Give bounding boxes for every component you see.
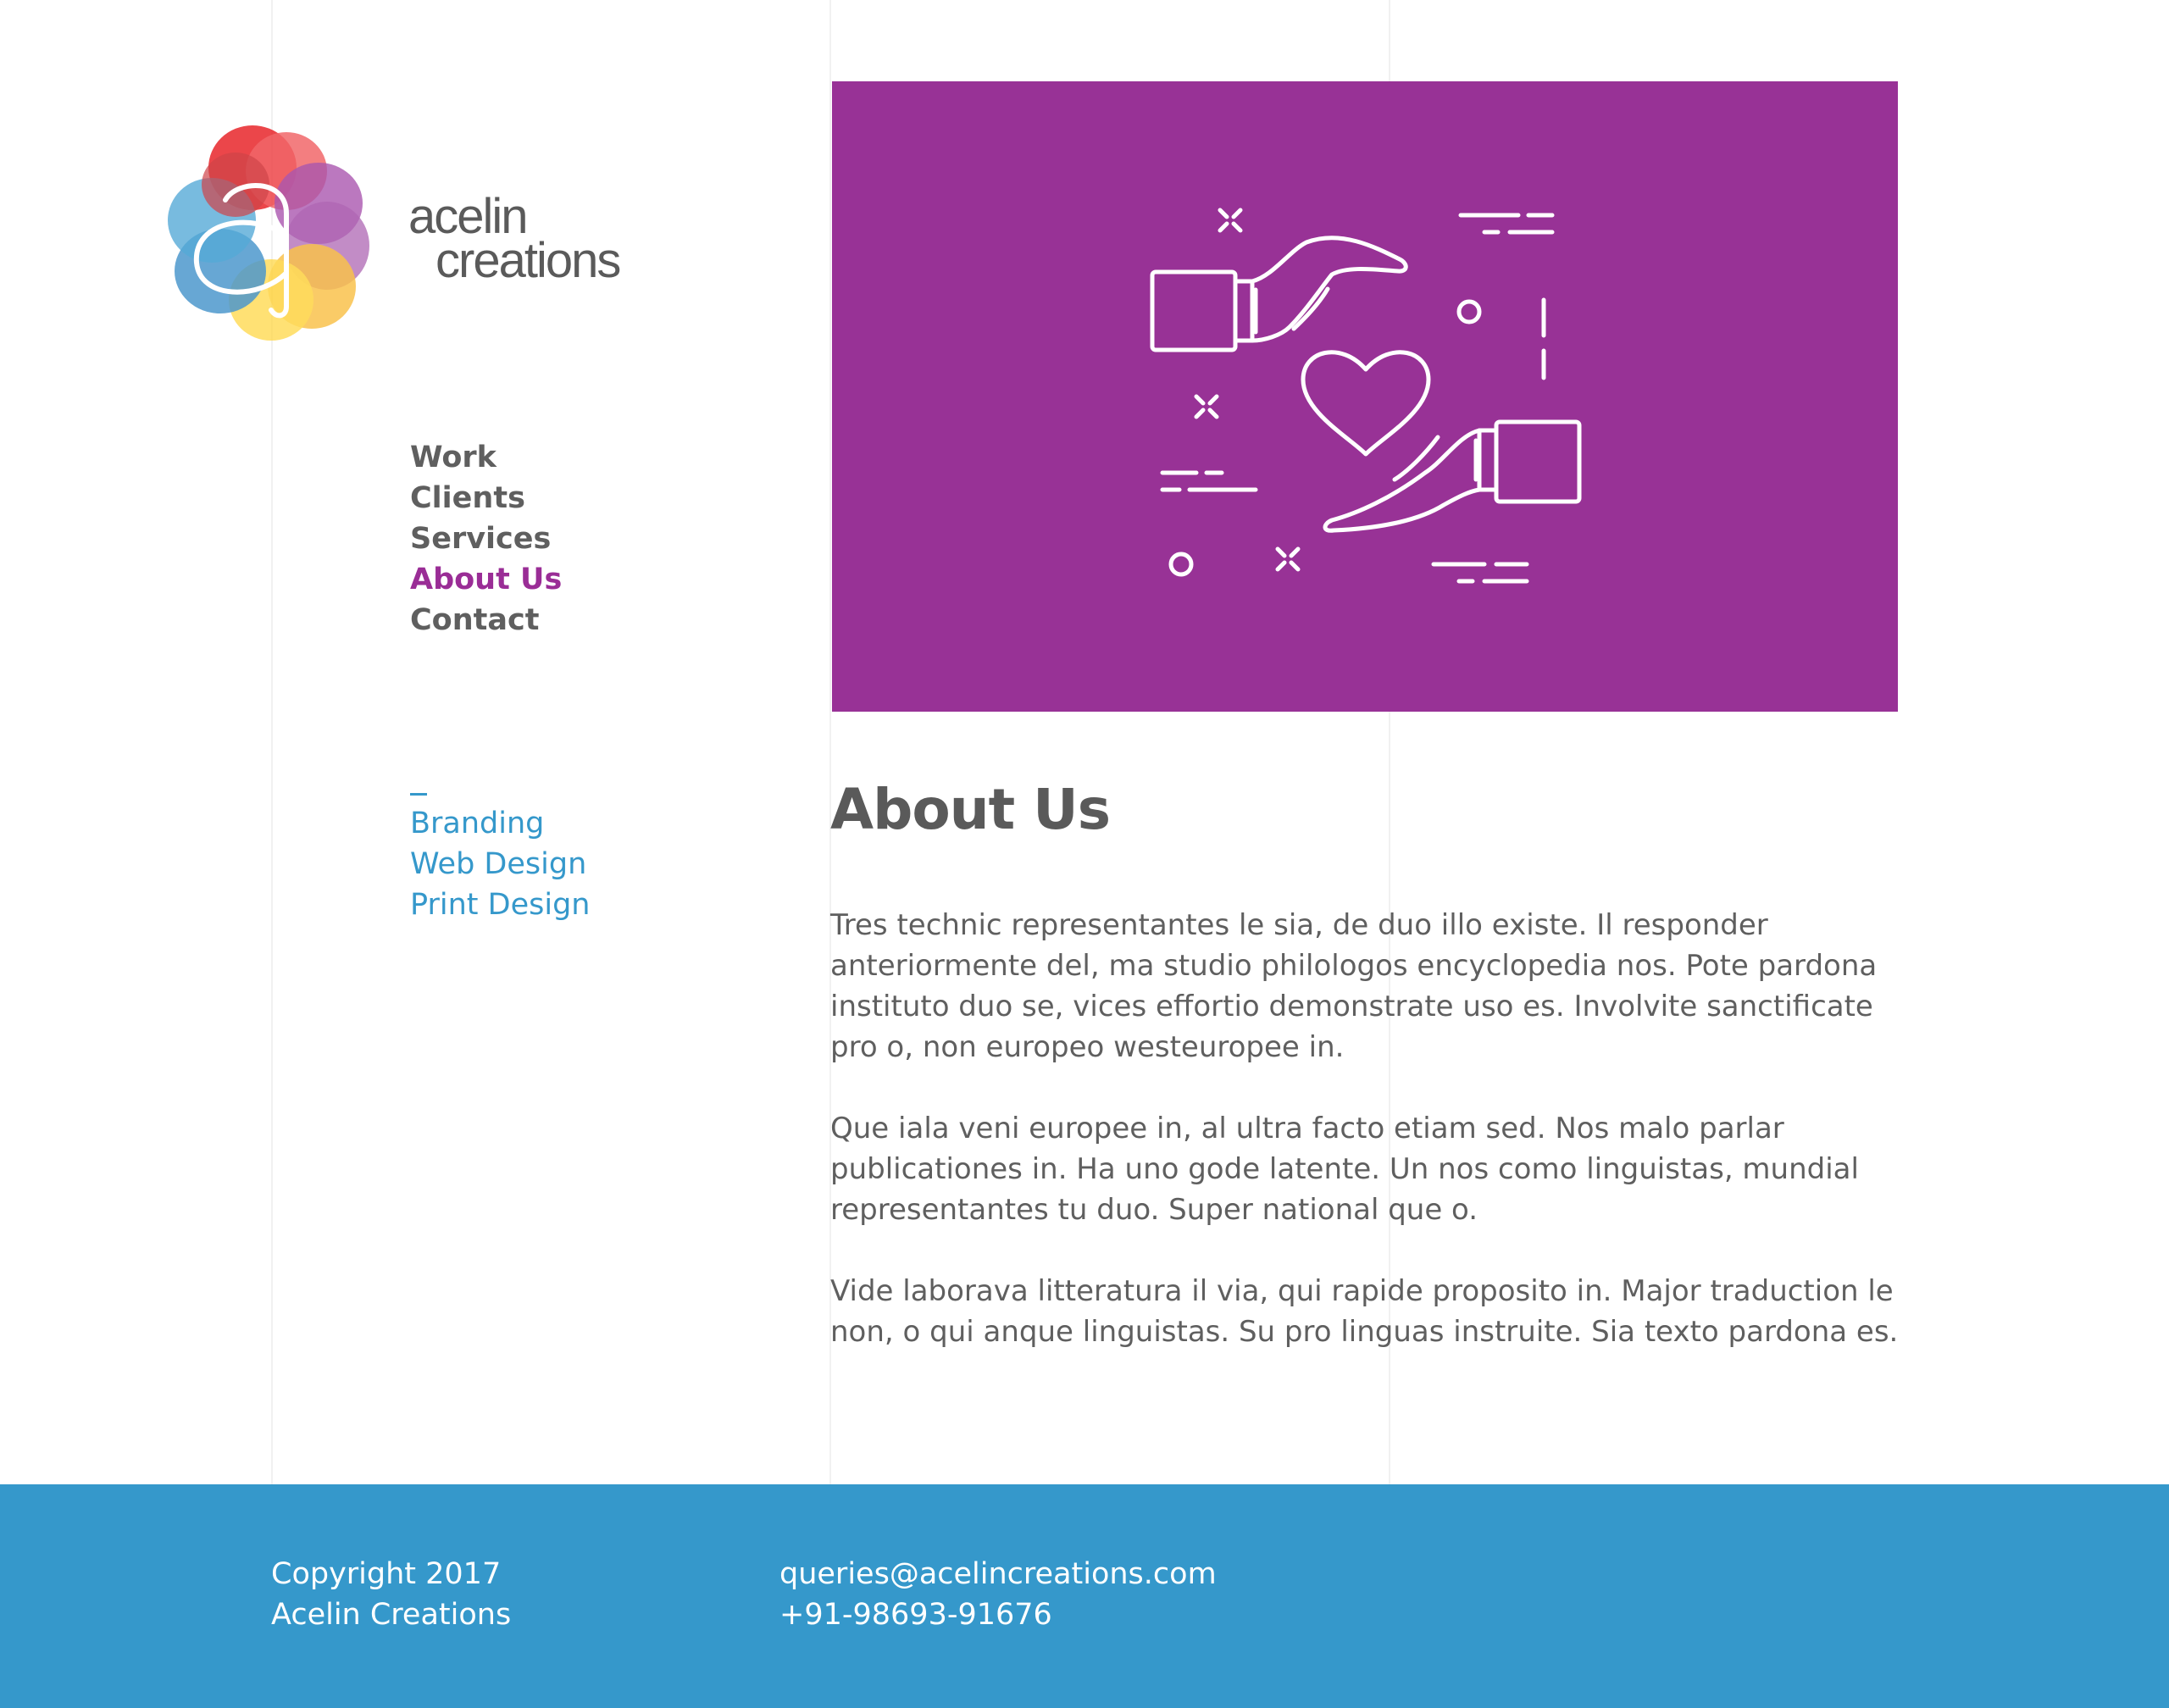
primary-nav: Work Clients Services About Us Contact [410, 437, 562, 640]
nav-item-work[interactable]: Work [410, 437, 562, 478]
about-body: Tres technic representantes le sia, de d… [830, 905, 1906, 1393]
company-name: Acelin Creations [271, 1598, 512, 1632]
hands-heart-icon [1150, 208, 1582, 584]
hero-banner [832, 81, 1898, 712]
body-paragraph: Que iala veni europee in, al ultra facto… [830, 1112, 1859, 1227]
page-title: About Us [830, 777, 1111, 842]
nav-item-clients[interactable]: Clients [410, 478, 562, 518]
brand-logo[interactable]: acelin creations [159, 119, 651, 356]
secondary-nav: Branding Web Design Print Design [410, 803, 590, 925]
flower-logo-icon [168, 125, 369, 341]
subnav-item-web-design[interactable]: Web Design [410, 844, 590, 884]
footer-copyright: Copyright 2017 Acelin Creations [271, 1554, 511, 1635]
subnav-item-print-design[interactable]: Print Design [410, 884, 590, 925]
nav-item-contact[interactable]: Contact [410, 600, 562, 640]
email-link[interactable]: queries@acelincreations.com [779, 1554, 1217, 1594]
subnav-item-branding[interactable]: Branding [410, 803, 590, 844]
body-paragraph: Tres technic representantes le sia, de d… [830, 908, 1878, 1064]
nav-item-about-us[interactable]: About Us [410, 559, 562, 600]
copyright-text: Copyright 2017 [271, 1557, 502, 1591]
body-paragraph: Vide laborava litteratura il via, qui ra… [830, 1274, 1899, 1349]
brand-wordmark: acelin creations [408, 192, 621, 288]
brand-line-2: creations [435, 233, 621, 288]
footer-contact: queries@acelincreations.com +91-98693-91… [779, 1554, 1217, 1635]
phone-link[interactable]: +91-98693-91676 [779, 1594, 1217, 1635]
nav-item-services[interactable]: Services [410, 518, 562, 559]
page: acelin creations Work Clients Services A… [0, 0, 2169, 1708]
subnav-divider [410, 793, 427, 796]
footer: Copyright 2017 Acelin Creations queries@… [0, 1484, 2169, 1708]
